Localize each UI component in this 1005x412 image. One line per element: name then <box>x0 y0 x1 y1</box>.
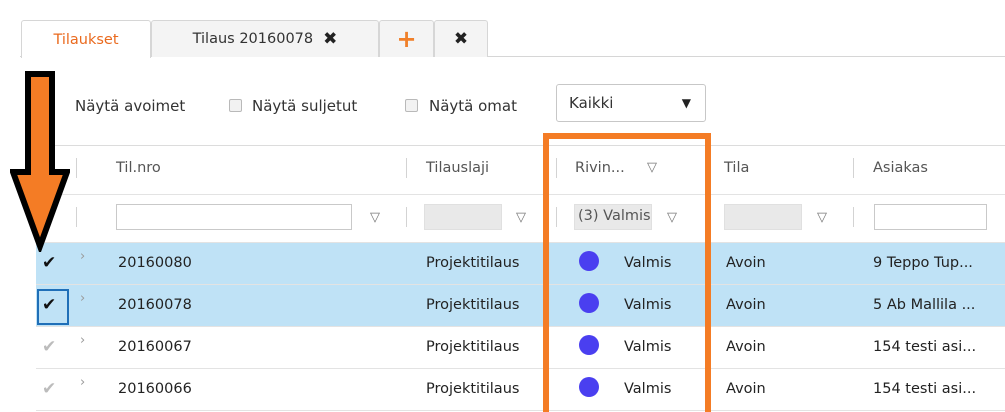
order-no-cell: 20160078 <box>118 297 192 313</box>
order-type-cell: Projektitilaus <box>426 339 520 355</box>
tab-order-label: Tilaus 20160078 <box>192 31 314 47</box>
tab-orders[interactable]: Tilaukset <box>21 20 151 58</box>
customer-cell: 154 testi asi... <box>873 381 977 397</box>
show-closed-label: Näytä suljetut <box>252 97 358 115</box>
show-own-checkbox[interactable] <box>405 99 418 112</box>
show-own-label: Näytä omat <box>429 97 517 115</box>
add-tab-button[interactable]: + <box>379 20 434 57</box>
status-cell: Avoin <box>726 297 766 313</box>
row-divider <box>36 410 1005 411</box>
row-divider <box>36 242 1005 243</box>
customer-cell: 9 Teppo Tup... <box>873 255 973 271</box>
show-closed-checkbox[interactable] <box>229 99 242 112</box>
row-checkbox[interactable]: ✔ <box>42 337 56 357</box>
highlight-annotation-box <box>543 133 711 412</box>
expand-chevron-icon[interactable]: › <box>80 291 85 306</box>
status-cell: Avoin <box>726 339 766 355</box>
status-cell: Avoin <box>726 255 766 271</box>
close-icon[interactable]: ✖ <box>323 29 337 49</box>
scope-select[interactable]: Kaikki ▼ <box>556 84 706 122</box>
row-checkbox[interactable]: ✔ <box>42 379 56 399</box>
tab-orders-label: Tilaukset <box>53 31 119 48</box>
expand-chevron-icon[interactable]: › <box>80 249 85 264</box>
plus-icon: + <box>396 25 417 53</box>
customer-cell: 5 Ab Mallila ... <box>873 297 976 313</box>
column-divider <box>76 158 77 178</box>
row-checkbox[interactable]: ✔ <box>42 295 56 315</box>
col-status[interactable]: Tila <box>724 160 749 176</box>
column-divider <box>76 207 77 227</box>
filter-icon[interactable]: ▽ <box>817 210 827 225</box>
order-type-cell: Projektitilaus <box>426 297 520 313</box>
row-divider <box>36 284 1005 285</box>
header-divider <box>36 194 1005 195</box>
row-divider <box>36 326 1005 327</box>
status-filter-input[interactable] <box>724 204 802 230</box>
row-divider <box>36 368 1005 369</box>
chevron-down-icon: ▼ <box>681 96 691 110</box>
order-type-cell: Projektitilaus <box>426 381 520 397</box>
filter-icon[interactable]: ▽ <box>370 210 380 225</box>
column-divider <box>406 207 407 227</box>
order-type-cell: Projektitilaus <box>426 255 520 271</box>
order-type-filter-input[interactable] <box>424 204 502 230</box>
order-no-cell: 20160080 <box>118 255 192 271</box>
order-no-cell: 20160067 <box>118 339 192 355</box>
order-no-cell: 20160066 <box>118 381 192 397</box>
tab-order-20160078[interactable]: Tilaus 20160078 ✖ <box>151 20 379 57</box>
scope-select-value: Kaikki <box>569 94 614 112</box>
show-open-label: Näytä avoimet <box>75 97 186 115</box>
filter-icon[interactable]: ▽ <box>516 210 526 225</box>
expand-chevron-icon[interactable]: › <box>80 375 85 390</box>
order-no-filter-input[interactable] <box>116 204 352 230</box>
customer-filter-input[interactable] <box>874 204 987 230</box>
down-arrow-annotation-icon <box>10 71 70 252</box>
close-icon: ✖ <box>453 29 469 49</box>
col-customer[interactable]: Asiakas <box>873 160 928 176</box>
close-all-tabs-button[interactable]: ✖ <box>434 20 488 57</box>
column-divider <box>853 158 854 178</box>
expand-chevron-icon[interactable]: › <box>80 333 85 348</box>
column-divider <box>853 207 854 227</box>
col-order-no[interactable]: Til.nro <box>116 160 161 176</box>
customer-cell: 154 testi asi... <box>873 339 977 355</box>
column-divider <box>406 158 407 178</box>
grid-top-border <box>36 145 1005 146</box>
row-checkbox[interactable]: ✔ <box>42 253 56 273</box>
status-cell: Avoin <box>726 381 766 397</box>
col-order-type[interactable]: Tilauslaji <box>426 160 489 176</box>
